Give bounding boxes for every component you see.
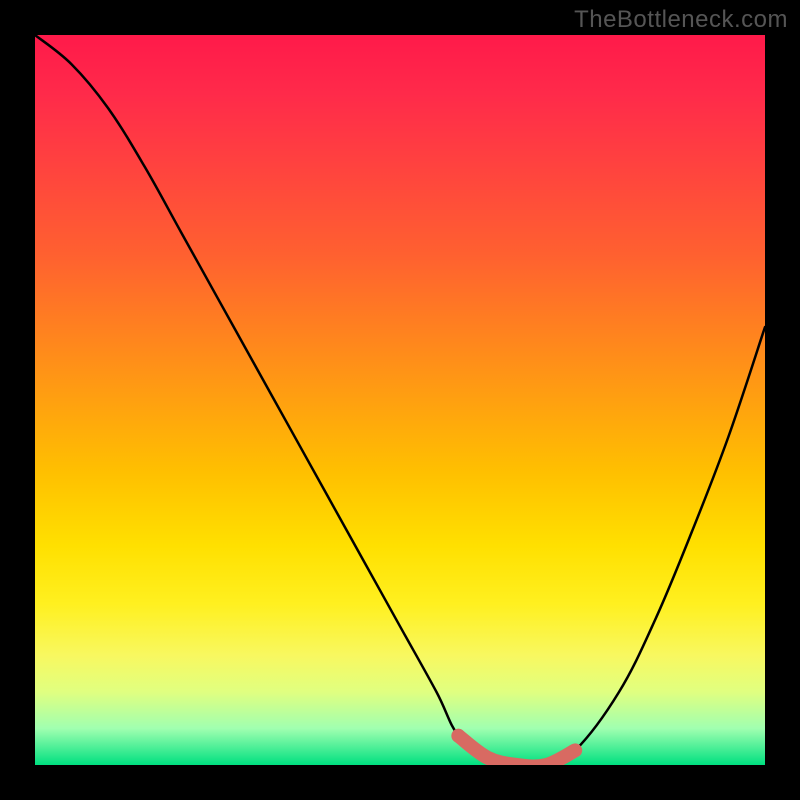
- watermark-text: TheBottleneck.com: [574, 6, 788, 34]
- curve-svg: [35, 35, 765, 765]
- bottleneck-curve: [35, 35, 765, 765]
- chart-container: TheBottleneck.com: [0, 0, 800, 800]
- optimal-range-highlight: [458, 736, 575, 765]
- plot-area: [35, 35, 765, 765]
- optimal-start-dot: [451, 729, 465, 743]
